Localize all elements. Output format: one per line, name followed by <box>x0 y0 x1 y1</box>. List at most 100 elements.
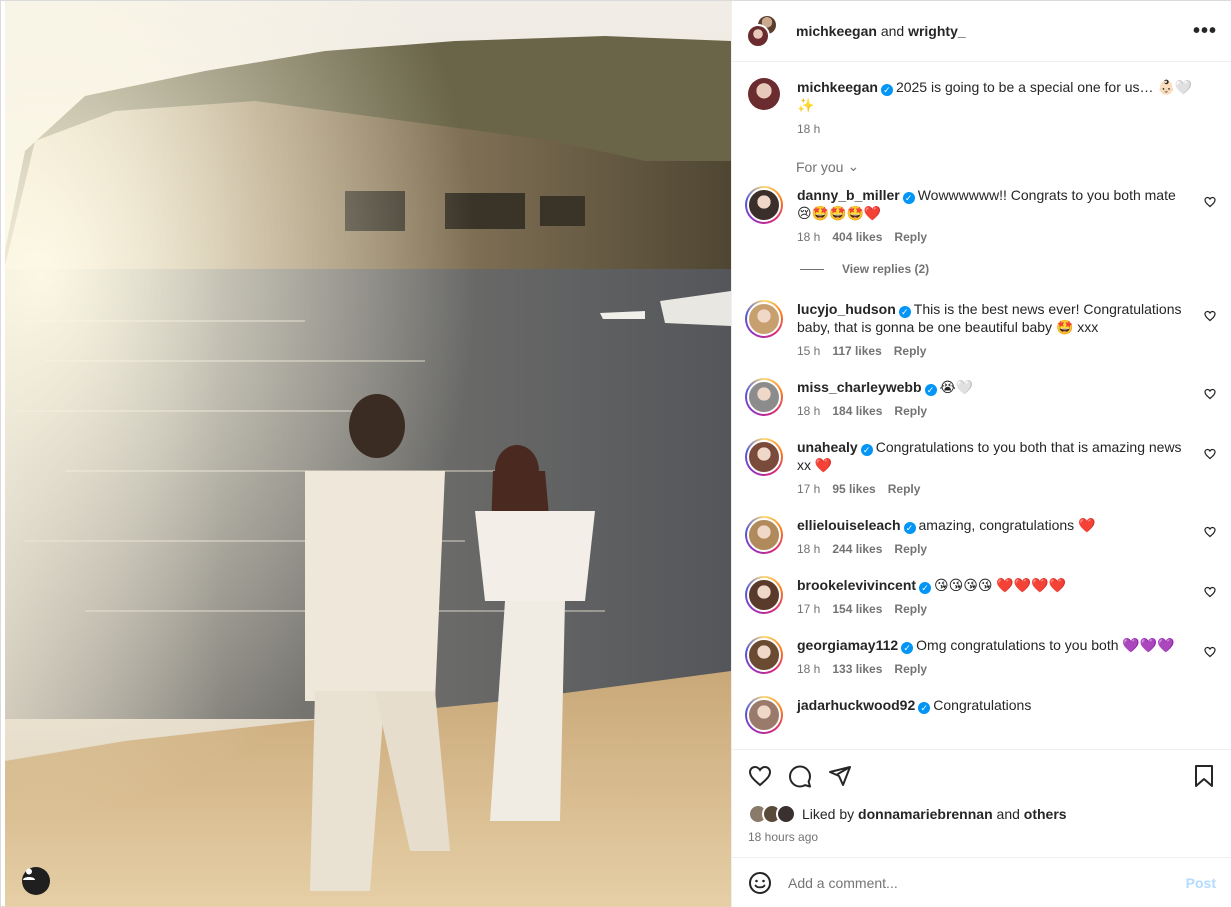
avatar[interactable] <box>745 576 783 614</box>
avatar[interactable] <box>745 636 783 674</box>
comments-list[interactable]: michkeegan ✓ 2025 is going to be a special… <box>732 63 1231 749</box>
avatar-image <box>747 302 781 336</box>
comment-like-heart-icon[interactable] <box>1204 448 1216 463</box>
bookmark-icon[interactable] <box>1192 764 1216 788</box>
comment-likes[interactable]: 117 likes <box>832 344 881 358</box>
comment-item: ellielouiseleach ✓ amazing, congratulation… <box>745 516 1216 556</box>
comment-like-heart-icon[interactable] <box>1204 310 1216 325</box>
comment-like-heart-icon[interactable] <box>1204 586 1216 601</box>
avatar-image <box>747 698 781 732</box>
avatar <box>776 804 796 824</box>
tagged-users-button[interactable] <box>22 867 50 895</box>
photo-illustration <box>5 1 731 907</box>
post-authors: michkeegan and wrighty_ <box>796 23 966 39</box>
post-header: michkeegan and wrighty_ ••• <box>732 1 1231 62</box>
verified-badge-icon: ✓ <box>918 702 931 714</box>
add-comment-bar: Post <box>732 857 1231 907</box>
comment-time: 15 h <box>797 344 821 358</box>
post-photo[interactable] <box>5 1 731 907</box>
authors-and: and <box>880 23 905 39</box>
comment-like-heart-icon[interactable] <box>1204 646 1216 661</box>
comment-username[interactable]: brookelevivincent <box>797 577 916 593</box>
verified-badge-icon: ✓ <box>903 522 916 534</box>
comment-time: 18 h <box>797 230 821 244</box>
comment-username[interactable]: danny_b_miller <box>797 187 900 203</box>
liked-by-and: and <box>996 806 1020 822</box>
liked-by-others[interactable]: others <box>1024 806 1067 822</box>
comment-icon[interactable] <box>788 764 812 788</box>
avatar[interactable] <box>748 78 780 110</box>
reply-button[interactable]: Reply <box>894 344 927 358</box>
reply-button[interactable]: Reply <box>888 482 921 496</box>
comment-username[interactable]: jadarhuckwood92 <box>797 697 915 713</box>
post-time: 18 hours ago <box>748 830 819 844</box>
comment-item: georgiamay112 ✓ Omg congratulations to you… <box>745 636 1216 676</box>
comment-like-heart-icon[interactable] <box>1204 196 1216 211</box>
more-options-button[interactable]: ••• <box>1193 20 1217 43</box>
sort-label: For you <box>796 158 844 175</box>
avatar[interactable] <box>745 186 783 224</box>
comment-username[interactable]: miss_charleywebb <box>797 379 922 395</box>
comment-item: miss_charleywebb ✓ 😭🤍 18 h 184 likes Reply <box>745 378 1216 418</box>
avatar[interactable] <box>745 438 783 476</box>
verified-badge-icon: ✓ <box>924 384 937 396</box>
avatar[interactable] <box>745 516 783 554</box>
post-sidebar: michkeegan and wrighty_ ••• michkeegan ✓ 2… <box>731 1 1231 907</box>
reply-button[interactable]: Reply <box>894 602 927 616</box>
comment-time: 18 h <box>797 404 821 418</box>
comment-likes[interactable]: 404 likes <box>832 230 882 244</box>
verified-badge-icon: ✓ <box>901 642 914 654</box>
comment-username[interactable]: ellielouiseleach <box>797 517 901 533</box>
verified-badge-icon: ✓ <box>860 444 873 456</box>
reply-button[interactable]: Reply <box>894 542 927 556</box>
caption-username[interactable]: michkeegan <box>797 79 878 95</box>
comment-username[interactable]: georgiamay112 <box>797 637 898 653</box>
avatar-image <box>747 440 781 474</box>
author-username[interactable]: michkeegan <box>796 23 877 39</box>
liked-by-prefix: Liked by <box>802 806 855 822</box>
liked-by: Liked by donnamariebrennan and others <box>748 804 1216 824</box>
comment-likes[interactable]: 244 likes <box>832 542 882 556</box>
avatar-image <box>747 578 781 612</box>
view-replies-button[interactable]: View replies (2) <box>800 262 1216 276</box>
comment-text: 😭🤍 <box>939 379 974 395</box>
like-heart-icon[interactable] <box>748 764 772 788</box>
collab-avatars[interactable] <box>746 14 780 48</box>
comment-username[interactable]: unahealy <box>797 439 858 455</box>
reply-button[interactable]: Reply <box>894 662 927 676</box>
comment-likes[interactable]: 154 likes <box>832 602 882 616</box>
comment-item: lucyjo_hudson ✓ This is the best news ever… <box>745 300 1216 358</box>
comment-likes[interactable]: 184 likes <box>832 404 882 418</box>
comment-input[interactable] <box>788 875 1186 891</box>
comment-sort-dropdown[interactable]: For you ⌄ <box>796 158 1216 175</box>
avatar-image <box>747 638 781 672</box>
comment-item: jadarhuckwood92 ✓ Congratulations <box>745 696 1216 734</box>
divider <box>800 268 824 270</box>
share-icon[interactable] <box>828 764 852 788</box>
comment-thread: danny_b_miller ✓ Wowwwwww!! Congrats to yo… <box>745 186 1216 734</box>
avatar[interactable] <box>745 696 783 734</box>
comment-item: brookelevivincent ✓ 😘😘😘😘 ❤️❤️❤️❤️ 17 h 154 l… <box>745 576 1216 616</box>
emoji-icon[interactable] <box>748 871 772 895</box>
chevron-down-icon: ⌄ <box>847 158 860 174</box>
comment-time: 18 h <box>797 662 821 676</box>
liked-by-user[interactable]: donnamariebrennan <box>858 806 993 822</box>
comment-like-heart-icon[interactable] <box>1204 526 1216 541</box>
author-username[interactable]: wrighty_ <box>908 23 966 39</box>
avatar[interactable] <box>745 378 783 416</box>
avatar[interactable] <box>745 300 783 338</box>
comment-text: Omg congratulations to you both 💜💜💜 <box>916 637 1175 653</box>
comment-time: 17 h <box>797 482 821 496</box>
comment-like-heart-icon[interactable] <box>1204 388 1216 403</box>
comment-item: danny_b_miller ✓ Wowwwwww!! Congrats to yo… <box>745 186 1216 244</box>
comment-item: unahealy ✓ Congratulations to you both tha… <box>745 438 1216 496</box>
comment-text: Congratulations <box>933 697 1032 713</box>
comment-likes[interactable]: 95 likes <box>832 482 875 496</box>
comment-username[interactable]: lucyjo_hudson <box>797 301 896 317</box>
post-button[interactable]: Post <box>1186 875 1216 891</box>
verified-badge-icon: ✓ <box>902 192 915 204</box>
reply-button[interactable]: Reply <box>894 404 927 418</box>
comment-likes[interactable]: 133 likes <box>832 662 882 676</box>
comment-time: 17 h <box>797 602 821 616</box>
reply-button[interactable]: Reply <box>894 230 927 244</box>
